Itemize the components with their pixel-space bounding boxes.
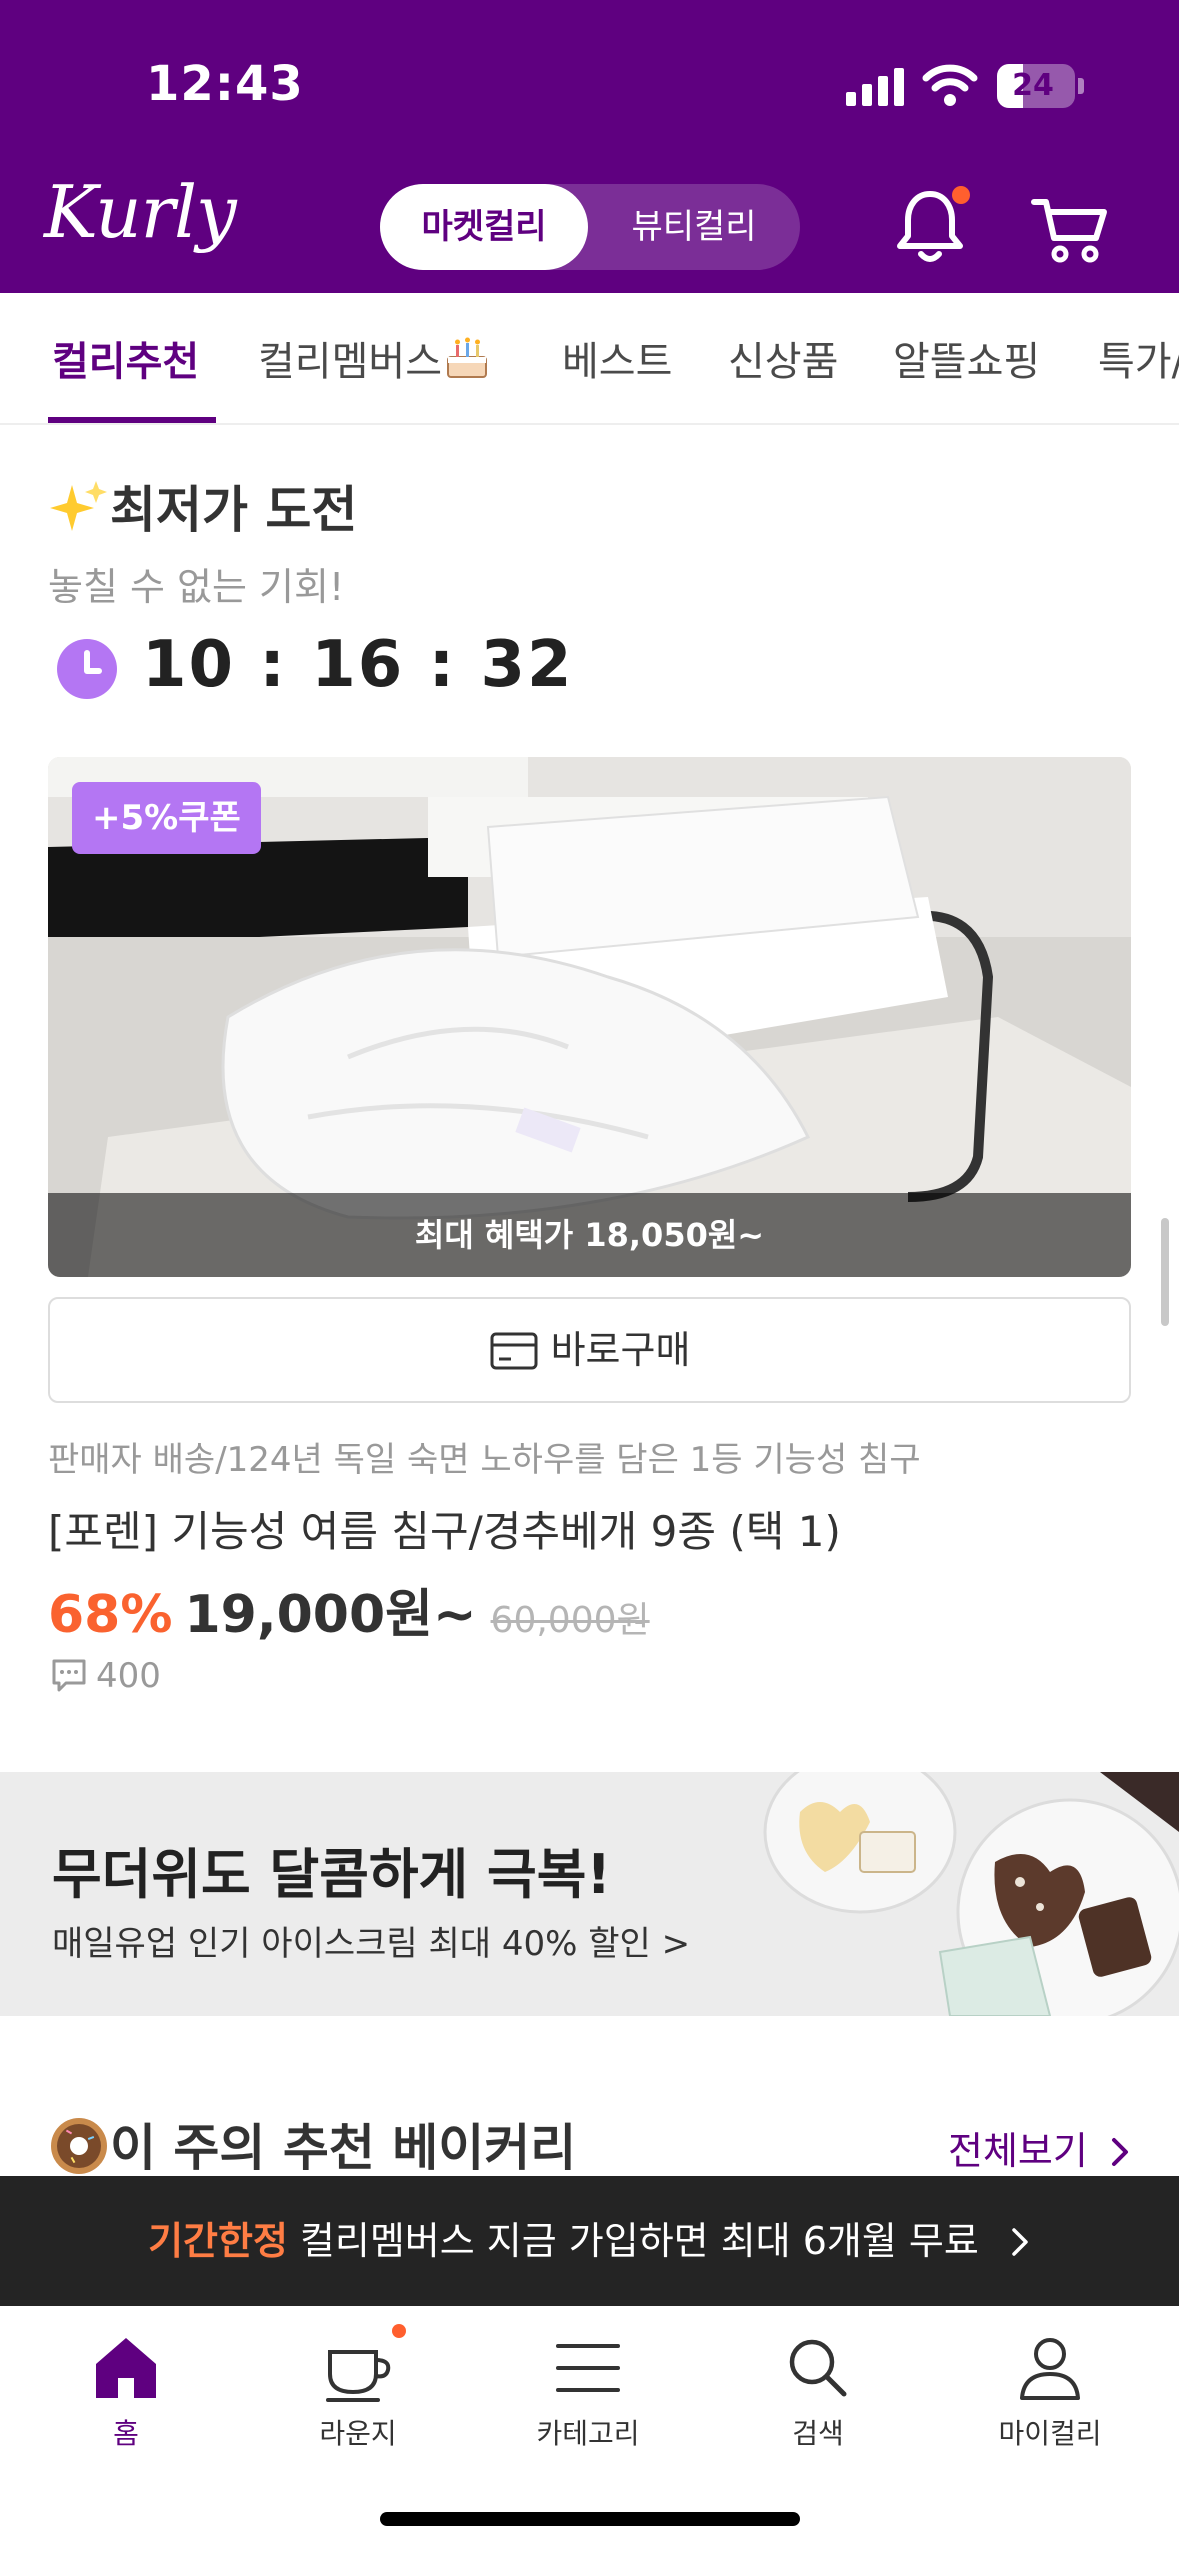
wifi-icon — [922, 64, 978, 106]
beauty-kurly-toggle[interactable]: 뷰티컬리 — [588, 184, 800, 270]
tab-kurly-members-label: 컬리멤버스 — [258, 339, 442, 385]
banner-title: 무더위도 달콤하게 극복! — [52, 1843, 612, 1906]
home-icon — [96, 2338, 156, 2398]
tab-best[interactable]: 베스트 — [562, 329, 672, 387]
see-all-label: 전체보기 — [948, 2129, 1088, 2173]
nav-search-label: 검색 — [792, 2417, 844, 2450]
donut-icon — [51, 2118, 107, 2174]
service-switch: 마켓컬리 뷰티컬리 — [380, 184, 800, 270]
discount-rate: 68% — [48, 1585, 173, 1645]
status-time: 12:43 — [146, 56, 304, 112]
nav-category[interactable]: 카테고리 — [488, 2306, 688, 2476]
battery-icon: 24 — [997, 64, 1075, 108]
review-count-value: 400 — [96, 1656, 161, 1696]
buy-now-label: 바로구매 — [550, 1328, 691, 1372]
chevron-right-icon — [1111, 2138, 1128, 2166]
tab-new[interactable]: 신상품 — [728, 329, 838, 387]
battery-cap — [1078, 78, 1084, 94]
max-benefit-price: 최대 혜택가 18,050원~ — [48, 1193, 1131, 1277]
cart-icon[interactable] — [1030, 192, 1110, 268]
cup-icon — [326, 2350, 391, 2402]
sparkle-icon — [50, 481, 107, 531]
comment-icon — [52, 1659, 86, 1692]
nav-search[interactable]: 검색 — [718, 2306, 918, 2476]
active-tab-indicator — [48, 417, 216, 423]
tab-special[interactable]: 특가/ — [1098, 329, 1179, 387]
deal-subtitle: 놓칠 수 없는 기회! — [48, 565, 345, 609]
card-icon — [490, 1332, 538, 1370]
nav-my-kurly-label: 마이컬리 — [998, 2417, 1102, 2450]
countdown-timer: 10 : 16 : 32 — [142, 628, 574, 702]
review-count: 400 — [50, 1656, 161, 1696]
promo-highlight: 기간한정 — [148, 2219, 288, 2263]
clock-icon — [57, 639, 117, 699]
deal-section-title: 최저가 도전 — [48, 470, 357, 542]
price-row: 68% 19,000원~ 60,000원 — [48, 1572, 650, 1647]
category-tabs: 컬리추천 컬리멤버스 베스트 신상품 알뜰쇼핑 특가/ — [0, 293, 1179, 425]
membership-promo-bar[interactable]: 기간한정 컬리멤버스 지금 가입하면 최대 6개월 무료 — [0, 2176, 1179, 2306]
seller-note: 판매자 배송/124년 독일 숙면 노하우를 담은 1등 기능성 침구 — [48, 1440, 921, 1480]
see-all-link[interactable]: 전체보기 — [948, 2120, 1132, 2175]
nav-lounge-label: 라운지 — [319, 2417, 397, 2450]
coupon-badge: +5%쿠폰 — [72, 782, 261, 854]
signal-icon — [846, 68, 904, 106]
bakery-title-text: 이 주의 추천 베이커리 — [110, 2119, 577, 2177]
buy-now-button[interactable]: 바로구매 — [48, 1297, 1131, 1403]
user-icon — [1020, 2338, 1080, 2400]
scrollbar[interactable] — [1161, 1218, 1169, 1326]
sale-price: 19,000원~ — [184, 1585, 477, 1645]
tab-kurly-recommend[interactable]: 컬리추천 — [52, 329, 199, 387]
ice-cream-dessert-image — [763, 1772, 1179, 2016]
lounge-badge-dot — [392, 2324, 406, 2338]
banner-subtitle[interactable]: 매일유업 인기 아이스크림 최대 40% 할인 > — [52, 1916, 690, 1965]
chevron-right-icon — [1012, 2228, 1028, 2256]
kurly-logo[interactable]: Kurly — [44, 170, 237, 254]
nav-category-label: 카테고리 — [536, 2417, 640, 2450]
menu-icon — [556, 2344, 620, 2392]
nav-home[interactable]: 홈 — [26, 2306, 226, 2476]
deal-title-text: 최저가 도전 — [110, 481, 358, 539]
nav-lounge[interactable]: 라운지 — [258, 2306, 458, 2476]
product-name[interactable]: [포렌] 기능성 여름 침구/경추베개 9종 (택 1) — [48, 1498, 841, 1559]
notification-dot — [952, 186, 970, 204]
tab-kurly-members[interactable]: 컬리멤버스 — [258, 329, 492, 387]
nav-my-kurly[interactable]: 마이컬리 — [950, 2306, 1150, 2476]
original-price: 60,000원 — [490, 1600, 650, 1641]
bakery-section-title: 이 주의 추천 베이커리 — [48, 2108, 576, 2180]
promo-text: 컬리멤버스 지금 가입하면 최대 6개월 무료 — [299, 2219, 979, 2263]
nav-home-label: 홈 — [113, 2417, 139, 2450]
home-indicator[interactable] — [380, 2512, 800, 2526]
tab-bargain[interactable]: 알뜰쇼핑 — [893, 329, 1040, 387]
search-icon — [789, 2339, 847, 2397]
cake-icon — [447, 337, 487, 378]
market-kurly-toggle[interactable]: 마켓컬리 — [380, 184, 588, 270]
battery-level: 24 — [1012, 68, 1054, 103]
